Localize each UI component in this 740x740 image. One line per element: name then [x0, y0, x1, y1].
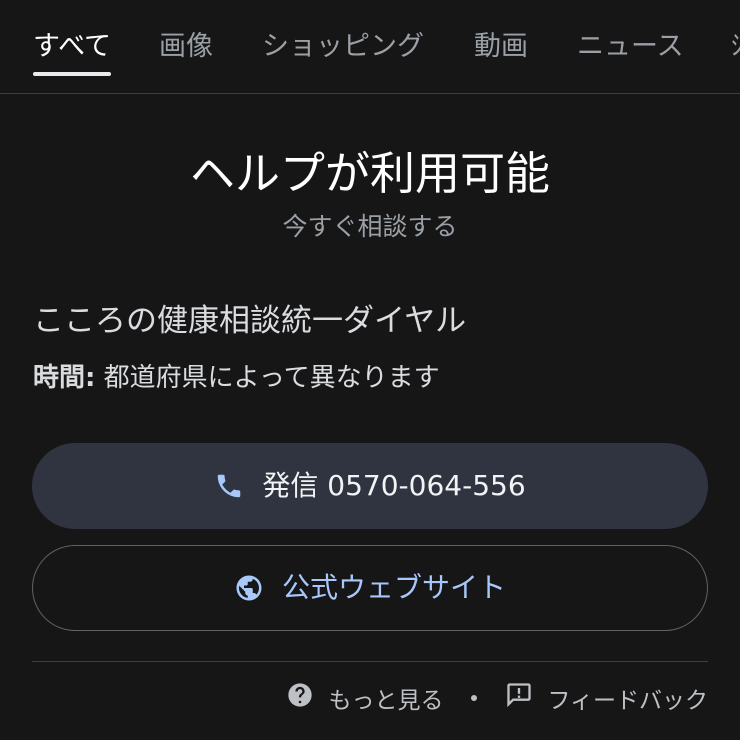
org-name: こころの健康相談統一ダイヤル [33, 303, 467, 339]
call-label: 発信 0570-064-556 [262, 468, 525, 504]
website-label: 公式ウェブサイト [281, 571, 506, 604]
tab-truncated[interactable]: ｼ [731, 28, 740, 66]
footer-divider [32, 661, 708, 662]
hours-label: 時間: [33, 363, 96, 393]
active-tab-indicator [33, 72, 111, 76]
call-button[interactable]: 発信 0570-064-556 [32, 443, 708, 529]
website-button[interactable]: 公式ウェブサイト [32, 545, 708, 631]
help-circle-icon [286, 681, 314, 715]
tab-images[interactable]: 画像 [159, 28, 213, 66]
call-number: 0570-064-556 [327, 469, 526, 502]
feedback-label: フィードバック [547, 688, 708, 714]
more-label: もっと見る [328, 688, 444, 714]
hours-value: 都道府県によって異なります [103, 363, 440, 393]
tab-all[interactable]: すべて [33, 28, 111, 66]
call-prefix: 発信 [262, 469, 319, 502]
search-tabs: すべて 画像 ショッピング 動画 ニュース ｼ [0, 0, 740, 94]
phone-icon [214, 471, 244, 501]
footer: もっと見る フィードバック [286, 677, 708, 719]
footer-separator [471, 695, 478, 701]
tab-videos[interactable]: 動画 [474, 28, 528, 66]
help-subtitle: 今すぐ相談する [282, 212, 458, 241]
help-title: ヘルプが利用可能 [189, 147, 550, 200]
tab-shopping[interactable]: ショッピング [262, 28, 424, 66]
feedback-link[interactable]: フィードバック [505, 681, 708, 715]
hours-row: 時間: 都道府県によって異なります [33, 360, 440, 396]
page: すべて 画像 ショッピング 動画 ニュース ｼ ヘルプが利用可能 今すぐ相談する… [0, 0, 740, 740]
globe-icon [234, 573, 264, 603]
tab-news[interactable]: ニュース [577, 28, 684, 66]
feedback-icon [505, 681, 533, 715]
more-link[interactable]: もっと見る [286, 681, 443, 715]
